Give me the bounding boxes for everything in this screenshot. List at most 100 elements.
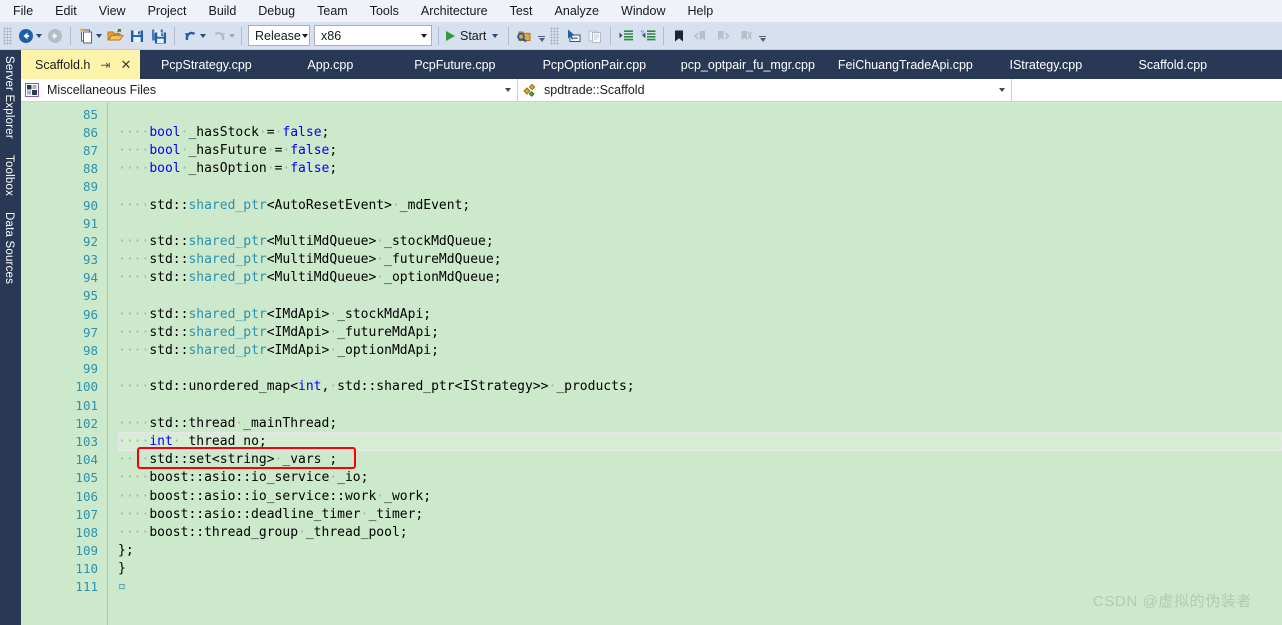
code-line[interactable]: 98 ····std::shared_ptr<IMdApi>·_optionMdA…	[21, 341, 1282, 359]
menu-item-edit[interactable]: Edit	[44, 1, 88, 22]
document-tab-scaffold-cpp[interactable]: Scaffold.cpp	[1109, 50, 1238, 79]
code-line[interactable]: 102 ····std::thread·_mainThread;	[21, 414, 1282, 432]
document-tab-pcp-optpair-fu-mgr-cpp[interactable]: pcp_optpair_fu_mgr.cpp	[668, 50, 829, 79]
code-text[interactable]: ····boost::asio::deadline_timer·_timer;	[107, 507, 1282, 522]
menu-item-test[interactable]: Test	[499, 1, 544, 22]
code-line[interactable]: 88 ····bool·_hasOption·=·false;	[21, 160, 1282, 178]
navigate-back-dropdown-icon[interactable]	[36, 33, 42, 38]
code-line[interactable]: 103 ····int·_thread_no;	[21, 432, 1282, 451]
document-tab-pcpfuture-cpp[interactable]: PcpFuture.cpp	[389, 50, 522, 79]
save-all-icon[interactable]	[148, 25, 170, 47]
code-text[interactable]: ····boost::asio::io_service::work·_work;	[107, 489, 1282, 504]
code-text[interactable]: ····boost::asio::io_service·_io;	[107, 470, 1282, 485]
navbar-project-dropdown[interactable]: Miscellaneous Files	[21, 79, 518, 101]
toolbar-overflow-icon[interactable]	[536, 29, 547, 43]
document-tab-pcpoptionpair-cpp[interactable]: PcpOptionPair.cpp	[521, 50, 669, 79]
chevron-down-icon[interactable]	[416, 26, 431, 45]
dock-tab-server-explorer[interactable]: Server Explorer	[0, 50, 18, 149]
code-line[interactable]: 91	[21, 214, 1282, 232]
code-line[interactable]: 96 ····std::shared_ptr<IMdApi>·_stockMdAp…	[21, 305, 1282, 323]
toolbar-grip[interactable]	[550, 26, 560, 45]
navbar-member-dropdown[interactable]	[1012, 79, 1282, 101]
find-in-files-icon[interactable]	[513, 25, 535, 47]
code-text[interactable]: ····std::shared_ptr<IMdApi>·_stockMdApi;	[107, 307, 1282, 322]
menu-item-team[interactable]: Team	[306, 1, 359, 22]
code-line[interactable]: 86 ····bool·_hasStock·=·false;	[21, 123, 1282, 141]
dock-tab-data-sources[interactable]: Data Sources	[0, 206, 18, 294]
toolbar-overflow-icon[interactable]	[757, 29, 768, 43]
code-text[interactable]: ····std::shared_ptr<IMdApi>·_futureMdApi…	[107, 325, 1282, 340]
decrease-indent-icon[interactable]: ?	[637, 25, 659, 47]
navbar-type-dropdown[interactable]: spdtrade::Scaffold	[518, 79, 1012, 101]
code-text[interactable]: ····std::set<string>·_vars ;	[107, 452, 1282, 467]
code-line[interactable]: 109};	[21, 542, 1282, 560]
chevron-down-icon[interactable]	[505, 88, 511, 92]
code-text[interactable]: ····bool·_hasOption·=·false;	[107, 161, 1282, 176]
code-line[interactable]: 97 ····std::shared_ptr<IMdApi>·_futureMdA…	[21, 323, 1282, 341]
code-text[interactable]: ····boost::thread_group·_thread_pool;	[107, 525, 1282, 540]
document-tab-scaffold-h[interactable]: Scaffold.h ⇥ ✕	[21, 50, 142, 79]
code-text[interactable]: ····int·_thread_no;	[107, 434, 1282, 449]
menu-item-architecture[interactable]: Architecture	[410, 1, 499, 22]
code-line[interactable]: 99	[21, 360, 1282, 378]
code-line[interactable]: 101	[21, 396, 1282, 414]
menu-item-view[interactable]: View	[88, 1, 137, 22]
code-text[interactable]: ····std::shared_ptr<IMdApi>·_optionMdApi…	[107, 343, 1282, 358]
document-tab-app-cpp[interactable]: App.cpp	[272, 50, 390, 79]
code-line[interactable]: 106 ····boost::asio::io_service::work·_wo…	[21, 487, 1282, 505]
new-item-dropdown-icon[interactable]	[96, 33, 102, 38]
increase-indent-icon[interactable]	[615, 25, 637, 47]
code-text[interactable]: };	[107, 543, 1282, 558]
toolbar-grip[interactable]	[3, 26, 12, 45]
code-line[interactable]: 105 ····boost::asio::io_service·_io;	[21, 469, 1282, 487]
menu-item-file[interactable]: File	[2, 1, 44, 22]
menu-item-help[interactable]: Help	[676, 1, 724, 22]
code-text[interactable]: ····std::shared_ptr<AutoResetEvent>·_mdE…	[107, 198, 1282, 213]
menu-item-window[interactable]: Window	[610, 1, 676, 22]
close-tab-icon[interactable]: ✕	[117, 58, 134, 71]
menu-item-tools[interactable]: Tools	[359, 1, 410, 22]
menu-item-build[interactable]: Build	[197, 1, 247, 22]
code-line[interactable]: 108 ····boost::thread_group·_thread_pool;	[21, 523, 1282, 541]
document-tab-feichuangtradeapi-cpp[interactable]: FeiChuangTradeApi.cpp	[828, 50, 984, 79]
undo-dropdown-icon[interactable]	[200, 33, 206, 38]
code-text[interactable]: ····bool·_hasStock·=·false;	[107, 125, 1282, 140]
dock-tab-toolbox[interactable]: Toolbox	[0, 149, 18, 206]
code-line[interactable]: 107 ····boost::asio::deadline_timer·_time…	[21, 505, 1282, 523]
chevron-down-icon[interactable]	[999, 88, 1005, 92]
code-text[interactable]: ····std::shared_ptr<MultiMdQueue>·_optio…	[107, 270, 1282, 285]
code-line[interactable]: 90 ····std::shared_ptr<AutoResetEvent>·_m…	[21, 196, 1282, 214]
solution-configuration-dropdown[interactable]: Release	[248, 25, 310, 46]
code-line[interactable]: 95	[21, 287, 1282, 305]
document-tab-istrategy-cpp[interactable]: IStrategy.cpp	[983, 50, 1110, 79]
menu-item-analyze[interactable]: Analyze	[544, 1, 610, 22]
code-line[interactable]: 87 ····bool·_hasFuture·=·false;	[21, 141, 1282, 159]
chevron-down-icon[interactable]	[301, 26, 309, 45]
code-line[interactable]: 92 ····std::shared_ptr<MultiMdQueue>·_sto…	[21, 232, 1282, 250]
solution-platform-dropdown[interactable]: x86	[314, 25, 432, 46]
code-line[interactable]: 93 ····std::shared_ptr<MultiMdQueue>·_fut…	[21, 251, 1282, 269]
code-line[interactable]: 100 ····std::unordered_map<int,·std::shar…	[21, 378, 1282, 396]
document-tab-pcpstrategy-cpp[interactable]: PcpStrategy.cpp	[141, 50, 273, 79]
code-line[interactable]: 110}	[21, 560, 1282, 578]
navigate-back-icon[interactable]	[15, 25, 37, 47]
code-text[interactable]: ····std::thread·_mainThread;	[107, 416, 1282, 431]
start-dropdown-icon[interactable]	[492, 33, 499, 38]
code-line[interactable]: 104 ····std::set<string>·_vars ;	[21, 451, 1282, 469]
navigate-to-icon[interactable]	[562, 25, 584, 47]
save-icon[interactable]	[126, 25, 148, 47]
code-text[interactable]: ····bool·_hasFuture·=·false;	[107, 143, 1282, 158]
code-line[interactable]: 94 ····std::shared_ptr<MultiMdQueue>·_opt…	[21, 269, 1282, 287]
code-text[interactable]: ····std::shared_ptr<MultiMdQueue>·_futur…	[107, 252, 1282, 267]
undo-icon[interactable]	[179, 25, 201, 47]
menu-item-debug[interactable]: Debug	[247, 1, 306, 22]
new-item-icon[interactable]	[75, 25, 97, 47]
pin-tab-icon[interactable]: ⇥	[100, 59, 110, 71]
code-line[interactable]: 85	[21, 105, 1282, 123]
code-text[interactable]: ····std::shared_ptr<MultiMdQueue>·_stock…	[107, 234, 1282, 249]
code-editor[interactable]: 85 86 ····bool·_hasStock·=·false; 87 ····boo…	[21, 102, 1282, 625]
code-text[interactable]: ····std::unordered_map<int,·std::shared_…	[107, 379, 1282, 394]
open-file-icon[interactable]	[104, 25, 126, 47]
code-line[interactable]: 89	[21, 178, 1282, 196]
toggle-bookmark-icon[interactable]	[668, 25, 690, 47]
